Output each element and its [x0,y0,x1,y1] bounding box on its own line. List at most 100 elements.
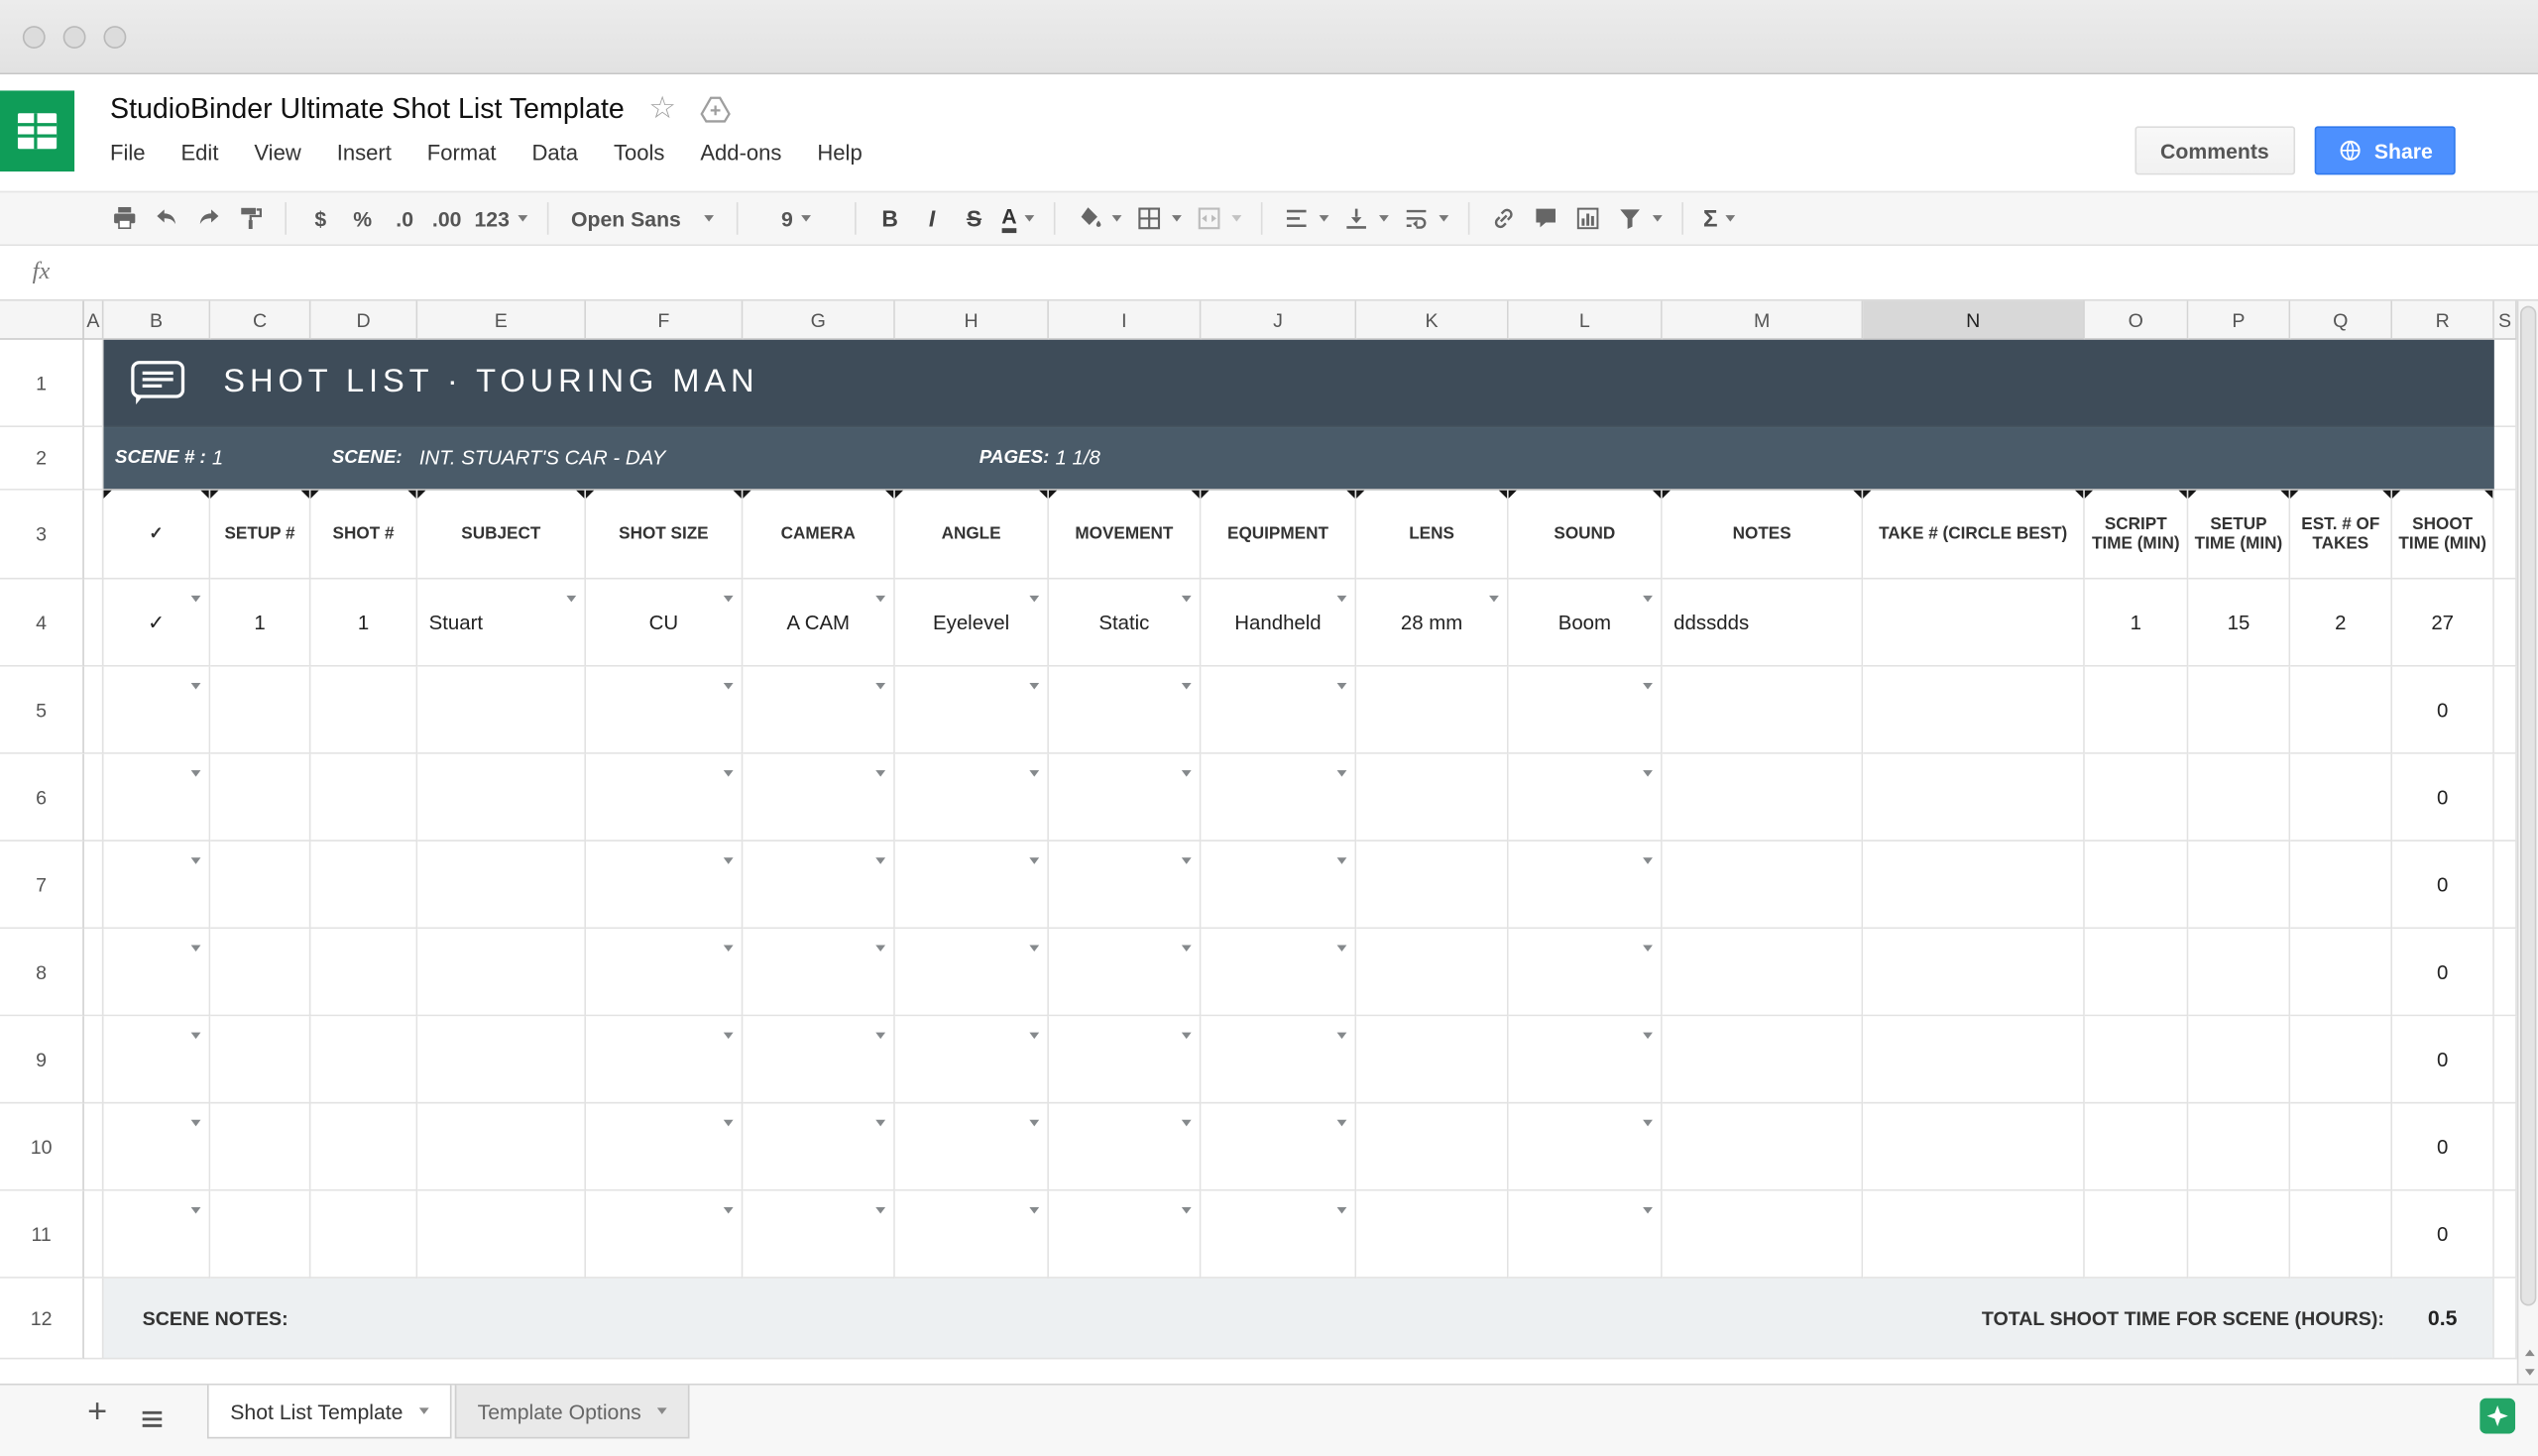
cell-check[interactable] [103,666,211,754]
cell-setup-number[interactable] [210,1016,311,1104]
cell-setup-number[interactable]: 1 [210,579,311,667]
menu-edit[interactable]: Edit [180,141,218,165]
cell-equipment[interactable] [1201,840,1357,930]
row-header[interactable]: 12 [0,1278,84,1360]
cell-sound[interactable] [1508,1103,1663,1191]
cell-est-takes[interactable]: 2 [2290,579,2393,667]
cell-shot-number[interactable] [310,666,418,754]
strikethrough-button[interactable]: S [953,197,994,239]
all-sheets-menu-icon[interactable] [140,1406,166,1432]
select-all-corner[interactable] [0,300,84,340]
column-header-s[interactable]: S [2493,300,2517,340]
cell-equipment[interactable] [1201,753,1357,841]
cell-movement[interactable] [1048,929,1202,1017]
cell-script-time[interactable] [2084,1103,2189,1191]
header-lens[interactable]: LENS [1356,490,1509,580]
cell-shot-size[interactable] [586,666,744,754]
column-header-g[interactable]: G [743,300,895,340]
cell-check[interactable] [103,753,211,841]
window-minimize-button[interactable] [62,25,86,49]
cell-shot-size[interactable] [586,1016,744,1104]
header-subject[interactable]: SUBJECT [417,490,587,580]
cell-sound[interactable] [1508,929,1663,1017]
cell-take[interactable] [1863,929,2085,1017]
row-header[interactable]: 2 [0,427,84,491]
cell-shot-number[interactable] [310,840,418,930]
cell[interactable] [2493,579,2517,667]
paint-format-button[interactable] [230,197,272,239]
cell-notes[interactable] [1662,1103,1864,1191]
text-wrap-button[interactable] [1396,197,1455,239]
window-zoom-button[interactable] [103,25,127,49]
cell-camera[interactable] [743,1190,895,1279]
cell-check[interactable] [103,1016,211,1104]
header-shoot-time[interactable]: SHOOT TIME (MIN) [2392,490,2494,580]
cell-take[interactable] [1863,579,2085,667]
row-header[interactable]: 1 [0,339,84,428]
italic-button[interactable]: I [911,197,953,239]
cell[interactable] [83,1103,104,1191]
column-header-c[interactable]: C [210,300,311,340]
cell-setup-number[interactable] [210,929,311,1017]
cell-angle[interactable] [894,666,1049,754]
cell-angle[interactable] [894,1103,1049,1191]
cell-setup-number[interactable] [210,1103,311,1191]
cell[interactable] [2493,840,2517,930]
cell-camera[interactable] [743,666,895,754]
header-shot-number[interactable]: SHOT # [310,490,418,580]
print-button[interactable] [103,197,145,239]
cell-take[interactable] [1863,840,2085,930]
menu-file[interactable]: File [110,141,146,165]
cell-camera[interactable]: A CAM [743,579,895,667]
column-header-a[interactable]: A [83,300,104,340]
cell-lens[interactable] [1356,840,1509,930]
cell-shot-number[interactable] [310,1103,418,1191]
undo-button[interactable] [146,197,187,239]
filter-button[interactable] [1609,197,1669,239]
cell-setup-number[interactable] [210,666,311,754]
cell-check[interactable] [103,929,211,1017]
cell-script-time[interactable] [2084,840,2189,930]
cell-shot-size[interactable] [586,1190,744,1279]
cell[interactable] [83,1278,104,1360]
cell[interactable] [83,929,104,1017]
cell[interactable] [83,1016,104,1104]
cell-movement[interactable] [1048,1190,1202,1279]
cell-est-takes[interactable] [2290,1190,2393,1279]
cell-take[interactable] [1863,753,2085,841]
column-header-d[interactable]: D [310,300,418,340]
menu-tools[interactable]: Tools [614,141,664,165]
cell[interactable] [83,753,104,841]
cell-est-takes[interactable] [2290,666,2393,754]
cell-est-takes[interactable] [2290,1016,2393,1104]
cell-setup-number[interactable] [210,840,311,930]
scrollbar-thumb[interactable] [2520,305,2537,1306]
cell-lens[interactable] [1356,1190,1509,1279]
tab-shot-list-template[interactable]: Shot List Template [207,1385,452,1439]
borders-button[interactable] [1128,197,1188,239]
row-header[interactable]: 5 [0,666,84,754]
cell-subject[interactable] [417,840,587,930]
cell-check[interactable] [103,1190,211,1279]
header-take-number[interactable]: TAKE # (CIRCLE BEST) [1863,490,2085,580]
cell-subject[interactable] [417,753,587,841]
menu-addons[interactable]: Add-ons [700,141,781,165]
cell-lens[interactable] [1356,929,1509,1017]
cell-subject[interactable] [417,929,587,1017]
cell-setup-time[interactable] [2188,929,2291,1017]
cell-setup-time[interactable]: 15 [2188,579,2291,667]
cell-camera[interactable] [743,1103,895,1191]
cell-angle[interactable] [894,753,1049,841]
row-header[interactable]: 10 [0,1103,84,1191]
column-header-b[interactable]: B [103,300,211,340]
cell-notes[interactable] [1662,753,1864,841]
cell-est-takes[interactable] [2290,1103,2393,1191]
insert-link-button[interactable] [1483,197,1525,239]
cell-movement[interactable] [1048,840,1202,930]
cell-notes[interactable] [1662,929,1864,1017]
cell-setup-number[interactable] [210,1190,311,1279]
row-header[interactable]: 7 [0,840,84,930]
pages-value[interactable]: 1 1/8 [1055,447,1099,470]
cell-angle[interactable] [894,929,1049,1017]
menu-format[interactable]: Format [427,141,497,165]
